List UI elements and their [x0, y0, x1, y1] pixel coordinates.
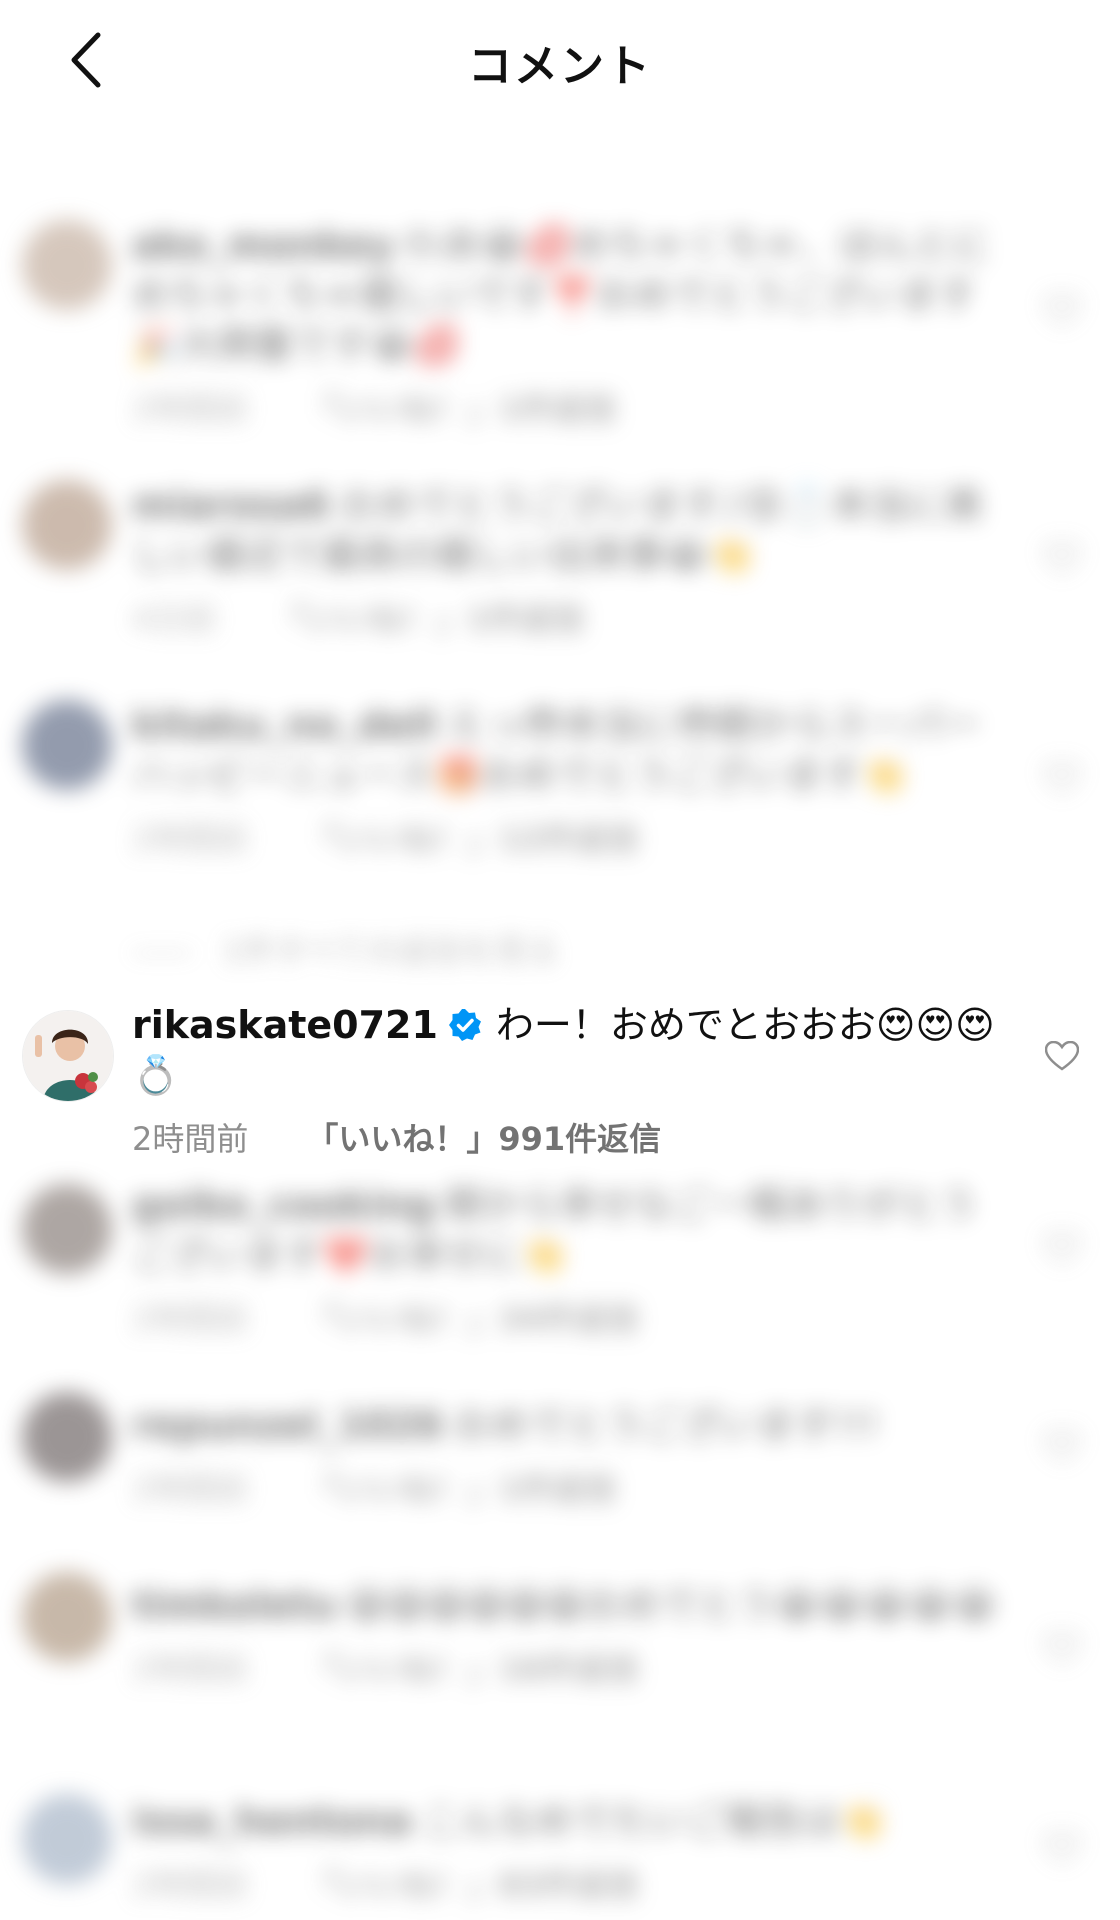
divider-line: [132, 952, 192, 954]
heart-icon: [1045, 1633, 1079, 1663]
like-button[interactable]: [1040, 288, 1084, 332]
avatar[interactable]: [22, 220, 112, 310]
avatar[interactable]: [22, 480, 112, 570]
like-button[interactable]: [1040, 1226, 1084, 1270]
reply-button[interactable]: 「いいね！」1件返信: [306, 390, 616, 428]
heart-icon: [1045, 543, 1079, 573]
like-button[interactable]: [1040, 756, 1084, 800]
view-replies-link[interactable]: 1件すべての返信を見る: [132, 926, 559, 972]
avatar[interactable]: [22, 700, 112, 790]
comment-message: 😁😁😁😁😁😁おめでとう😭😭😭😭😭: [347, 1583, 997, 1627]
comment-text: kitaku_no_dell えっ😳本当に😳朝からスーパーハッピーニュース🎁おめで…: [132, 700, 1012, 800]
like-button[interactable]: [1040, 1424, 1084, 1468]
comment-username[interactable]: issa_hentona: [132, 1799, 412, 1843]
comment-time: 2時間前: [132, 1120, 249, 1158]
comment-meta: 2時間前 「いいね！」34件返信: [132, 1294, 1012, 1340]
comment-text: rikaskate0721 わー！おめでとおおお😍😍😍💍: [132, 1000, 1012, 1100]
reply-button[interactable]: 「いいね！」34件返信: [306, 1300, 639, 1338]
comment-username[interactable]: kitaku_no_dell: [132, 703, 437, 747]
comment-username[interactable]: rikaskate0721: [132, 1003, 438, 1047]
heart-icon: [1045, 1431, 1079, 1461]
heart-icon: [1045, 1041, 1079, 1071]
comment-username[interactable]: miarosa6: [132, 483, 330, 527]
comment-meta: 2時間前 「いいね！」991件返信: [132, 1114, 1012, 1160]
comment-meta: 2時間前 「いいね！」1件返信: [132, 384, 1012, 430]
comment-text: ako_monkey わあ😭💋めちゃくちゃ、ほんとにめちゃくちゃ嬉しいです❣️おめ…: [132, 220, 1012, 370]
comment-time: 4日前: [132, 600, 217, 638]
comment-message: おめでとうございます!!!: [453, 1403, 880, 1447]
reply-button[interactable]: 「いいね！」991件返信: [306, 1120, 661, 1158]
reply-button[interactable]: 「いいね！」83件返信: [306, 1866, 639, 1904]
comment-list: ako_monkey わあ😭💋めちゃくちゃ、ほんとにめちゃくちゃ嬉しいです❣️おめ…: [0, 0, 1120, 1920]
comment-text: repunzel_1026 おめでとうございます!!!: [132, 1400, 1012, 1450]
comment-username[interactable]: timkoletu: [132, 1583, 337, 1627]
comment-time: 2時間前: [132, 1866, 249, 1904]
comment-time: 2時間前: [132, 820, 249, 858]
comment-meta: 2時間前 「いいね！」83件返信: [132, 1860, 1012, 1906]
like-button[interactable]: [1040, 536, 1084, 580]
reply-button[interactable]: 「いいね！」12件返信: [306, 820, 639, 858]
comment-meta: 2時間前 「いいね！」12件返信: [132, 814, 1012, 860]
like-button[interactable]: [1040, 1034, 1084, 1078]
comment-text: timkoletu 😁😁😁😁😁😁おめでとう😭😭😭😭😭: [132, 1580, 1012, 1630]
comment-username[interactable]: ako_monkey: [132, 223, 395, 267]
avatar[interactable]: [22, 1010, 114, 1102]
avatar-photo: [23, 1011, 113, 1101]
like-button[interactable]: [1040, 1626, 1084, 1670]
comment-text: goiko_cooking 朝から幸せなご一報ありがとうございます❤️お幸せに👏: [132, 1180, 1012, 1280]
comment-meta: 2時間前 「いいね！」16件返信: [132, 1644, 1012, 1690]
heart-icon: [1045, 763, 1079, 793]
avatar[interactable]: [22, 1392, 112, 1482]
comment-time: 2時間前: [132, 390, 249, 428]
avatar[interactable]: [22, 1184, 112, 1274]
like-button[interactable]: [1040, 1826, 1084, 1870]
comment-meta: 2時間前 「いいね！」1件返信: [132, 1464, 1012, 1510]
reply-button[interactable]: 「いいね！」1件返信: [306, 1470, 616, 1508]
comment-text: issa_hentona こんなめでたいご報告は👏: [132, 1796, 1012, 1846]
avatar[interactable]: [22, 1572, 112, 1662]
heart-icon: [1045, 295, 1079, 325]
comment-username[interactable]: repunzel_1026: [132, 1403, 444, 1447]
comment-time: 2時間前: [132, 1300, 249, 1338]
reply-button[interactable]: 「いいね！」1件返信: [274, 600, 584, 638]
avatar[interactable]: [22, 1794, 112, 1884]
comment-meta: 4日前 「いいね！」1件返信: [132, 594, 1012, 640]
comment-text: miarosa6 おめでとうございます♪😡💍本当に美しい最近で最高の嬉しい出来事😭…: [132, 480, 1012, 580]
heart-icon: [1045, 1833, 1079, 1863]
comment-message: こんなめでたいご報告は👏: [421, 1799, 888, 1843]
reply-button[interactable]: 「いいね！」16件返信: [306, 1650, 639, 1688]
comment-username[interactable]: goiko_cooking: [132, 1183, 435, 1227]
verified-badge-icon: [448, 1009, 481, 1041]
comment-time: 2時間前: [132, 1650, 249, 1688]
heart-icon: [1045, 1233, 1079, 1263]
comment-time: 2時間前: [132, 1470, 249, 1508]
